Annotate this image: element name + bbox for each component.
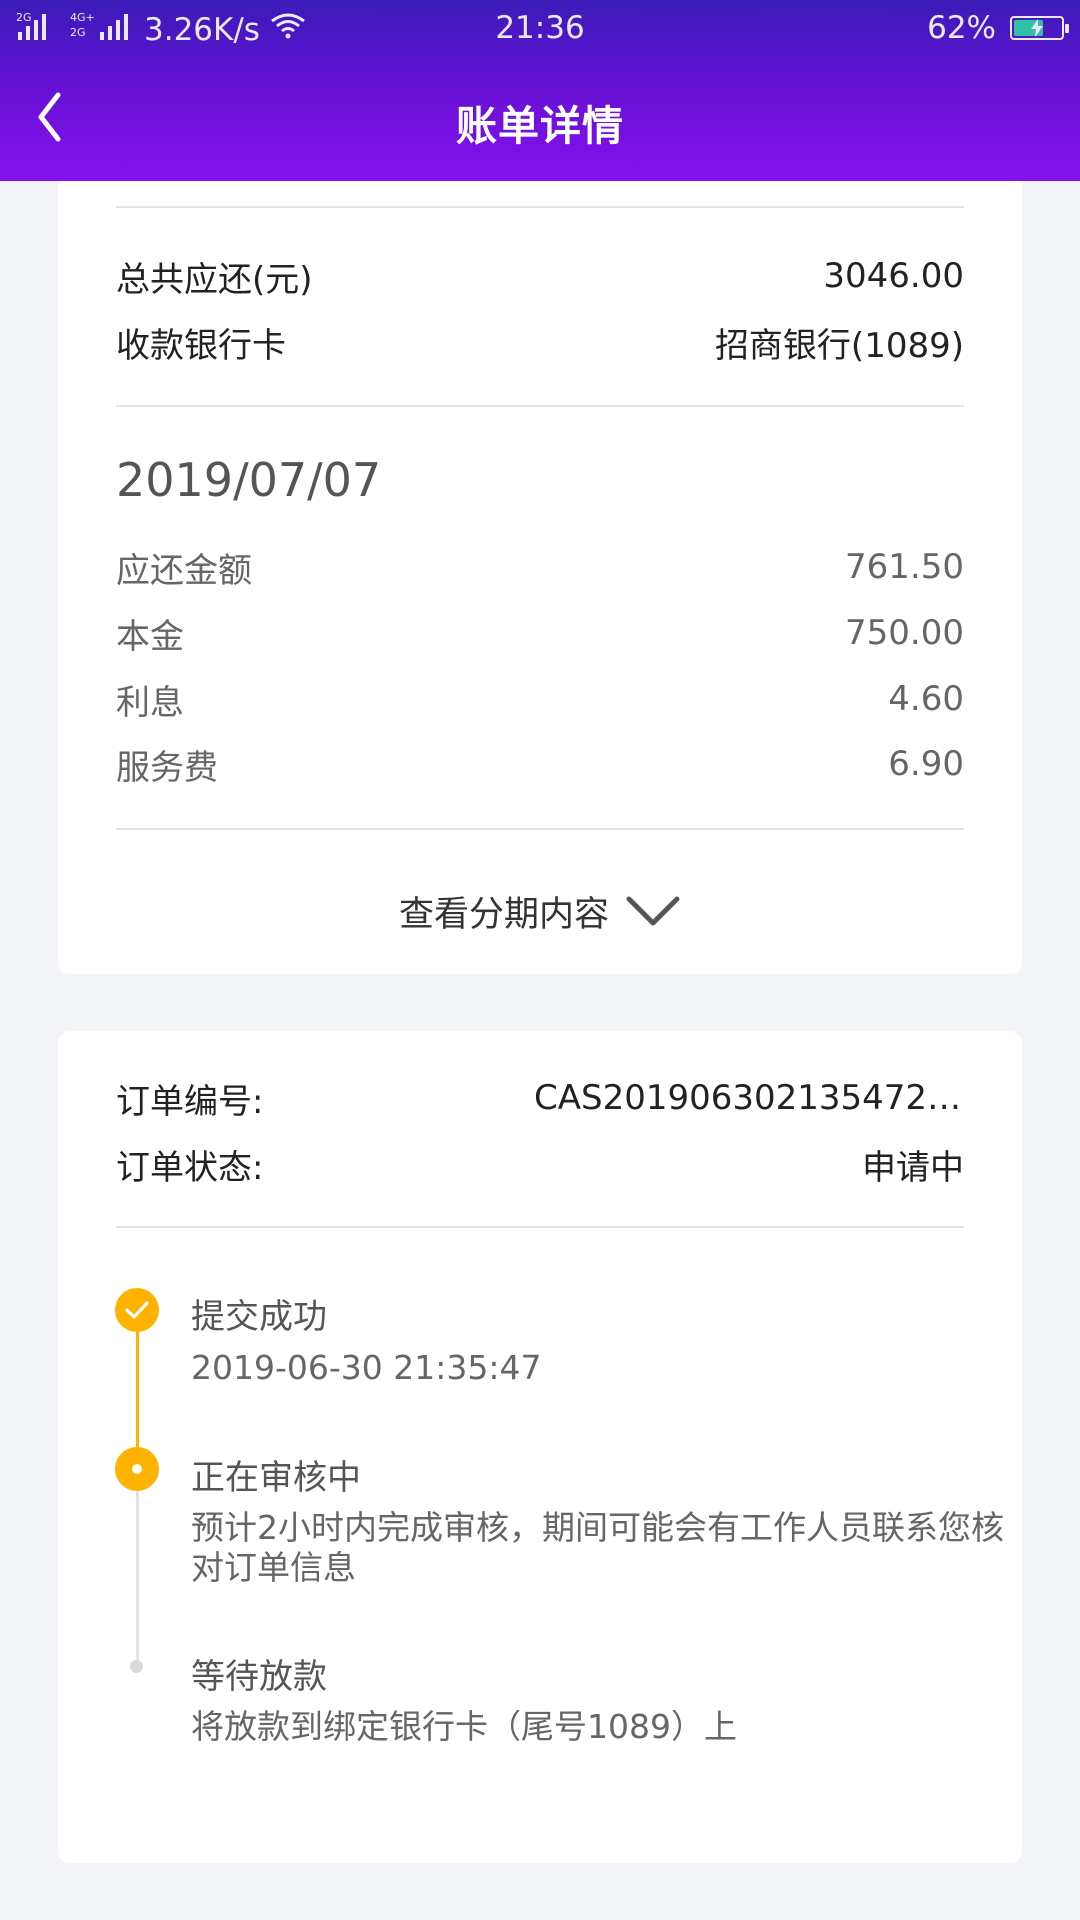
installment-row: 本金 750.00: [116, 608, 964, 658]
installment-row: 利息 4.60: [116, 674, 964, 724]
step-active-icon: [115, 1447, 159, 1491]
status-right: 62%: [927, 10, 1069, 46]
timeline-step-title: 提交成功: [191, 1297, 327, 1337]
active-dot: [132, 1464, 142, 1474]
view-installments-label: 查看分期内容: [398, 894, 609, 935]
order-id-value[interactable]: CAS2019063021354726...: [534, 1078, 964, 1118]
app-header: 2G 4G+ 2G 3.26K/s 21:36 62% 账单详情: [0, 0, 1080, 181]
installment-row-value: 6.90: [888, 744, 964, 784]
order-divider: [116, 1226, 964, 1228]
installment-date: 2019/07/07: [116, 453, 382, 507]
installment-row-value: 750.00: [845, 613, 964, 653]
timeline-step-title: 正在审核中: [191, 1458, 361, 1498]
battery-percent: 62%: [927, 10, 996, 46]
total-due-value: 3046.00: [823, 256, 964, 296]
timeline-step-desc: 将放款到绑定银行卡（尾号1089）上: [191, 1707, 737, 1746]
status-time: 21:36: [495, 10, 585, 46]
timeline-step-desc: 预计2小时内完成审核，期间可能会有工作人员联系您核对订单信息: [191, 1508, 1004, 1587]
step-pending-icon: [130, 1660, 143, 1673]
installment-row-label: 利息: [116, 682, 184, 723]
timeline-step-desc: 2019-06-30 21:35:47: [191, 1348, 542, 1387]
bottom-divider: [116, 828, 964, 830]
installment-row-value: 761.50: [845, 547, 964, 587]
bill-summary-content: 总共应还(元) 3046.00 收款银行卡 招商银行(1089) 2019/07…: [58, 181, 1022, 974]
view-installments-toggle[interactable]: 查看分期内容: [58, 876, 1022, 946]
order-id-row: 订单编号: CAS2019063021354726...: [116, 1073, 964, 1123]
check-icon: [125, 1301, 149, 1319]
total-due-label: 总共应还(元): [116, 259, 313, 300]
order-status-label: 订单状态:: [116, 1147, 264, 1188]
timeline-line-pending: [136, 1487, 139, 1665]
status-bar: 2G 4G+ 2G 3.26K/s 21:36 62%: [0, 0, 1080, 58]
navigation-bar: 账单详情: [0, 58, 1080, 181]
installment-row: 服务费 6.90: [116, 739, 964, 789]
charging-icon: [1031, 19, 1043, 37]
total-due-row: 总共应还(元) 3046.00: [116, 251, 964, 301]
top-divider: [116, 206, 964, 208]
chevron-down-icon: [626, 896, 680, 926]
bank-card-label: 收款银行卡: [116, 325, 286, 366]
order-status-value: 申请中: [862, 1147, 964, 1188]
step-done-icon: [115, 1288, 159, 1332]
installment-row-label: 服务费: [116, 747, 218, 788]
order-status-row: 订单状态: 申请中: [116, 1139, 964, 1189]
installment-row-value: 4.60: [888, 679, 964, 719]
bank-card-value: 招商银行(1089): [714, 325, 964, 366]
installment-row-label: 本金: [116, 616, 184, 657]
order-id-label: 订单编号:: [116, 1081, 264, 1122]
timeline-step-title: 等待放款: [191, 1657, 327, 1697]
middle-divider: [116, 405, 964, 407]
installment-row: 应还金额 761.50: [116, 542, 964, 592]
bank-card-row: 收款银行卡 招商银行(1089): [116, 317, 964, 367]
battery-icon: [1010, 16, 1069, 40]
page-title: 账单详情: [456, 102, 624, 150]
installment-row-label: 应还金额: [116, 550, 252, 591]
